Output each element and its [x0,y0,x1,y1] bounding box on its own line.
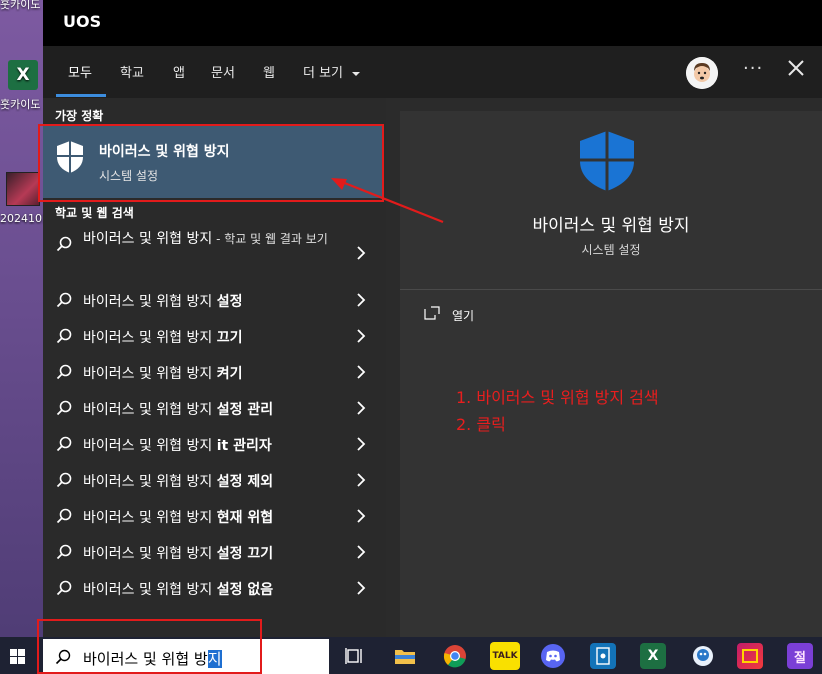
search-result-item[interactable]: 바이러스 및 위협 방지 설정 제외 [43,462,386,498]
desktop-icon-label: 훗카이도 [0,0,41,11]
search-result-item[interactable]: 바이러스 및 위협 방지 설정 끄기 [43,534,386,570]
search-icon [56,364,72,380]
search-icon [56,400,72,416]
desktop-icon-excel[interactable]: X 훗카이도 [0,60,44,112]
chrome-icon[interactable] [442,643,468,669]
detail-title: 바이러스 및 위협 방지 [532,216,690,236]
tab-all[interactable]: 모두 [68,62,92,81]
search-result-item[interactable]: 바이러스 및 위협 방지 it 관리자 [43,426,386,462]
annotation-step2: 2. 클릭 [456,415,506,434]
search-result-text: 바이러스 및 위협 방지 설정 없음 [83,582,274,598]
open-icon [424,306,440,320]
search-result-text: 바이러스 및 위협 방지 - 학교 및 웹 결과 보기 [83,231,328,247]
more-options-button[interactable]: ··· [743,58,763,79]
search-result-item[interactable]: 바이러스 및 위협 방지 끄기 [43,318,386,354]
chevron-right-icon [357,293,366,307]
tab-more[interactable]: 더 보기 [303,62,361,81]
divider [400,289,822,290]
search-result-text: 바이러스 및 위협 방지 켜기 [83,366,243,382]
chevron-right-icon [357,329,366,343]
chevron-down-icon [352,71,361,76]
window-title: UOS [63,12,102,31]
title-bar: UOS [43,0,822,46]
tab-apps[interactable]: 앱 [173,62,185,81]
search-icon [56,236,72,252]
search-result-item[interactable]: 바이러스 및 위협 방지 설정 관리 [43,390,386,426]
search-result-item[interactable]: 바이러스 및 위협 방지 현재 위협 [43,498,386,534]
search-result-text: 바이러스 및 위협 방지 설정 [83,294,243,310]
search-result-text: 바이러스 및 위협 방지 끄기 [83,330,243,346]
best-match-heading: 가장 정확 [55,109,104,123]
chevron-right-icon [357,437,366,451]
open-action[interactable]: 열기 [452,307,474,324]
search-icon [56,292,72,308]
close-icon[interactable] [786,58,806,78]
desktop-icon-label: 훗카이도 [0,98,41,111]
app-tile-icon[interactable] [590,643,616,669]
search-result-item[interactable]: 바이러스 및 위협 방지 - 학교 및 웹 결과 보기 [43,226,386,276]
chevron-right-icon [357,365,366,379]
avatar[interactable] [686,57,718,89]
search-icon [56,508,72,524]
excel-icon[interactable]: X [640,643,666,669]
tab-bar: 모두 학교 앱 문서 웹 더 보기 ··· [43,46,822,98]
shield-icon [580,131,634,191]
task-view-icon[interactable] [342,643,368,669]
active-tab-indicator [56,94,106,97]
chevron-right-icon [357,509,366,523]
search-result-item[interactable]: 바이러스 및 위협 방지 켜기 [43,354,386,390]
kakaotalk-icon[interactable]: TALK [490,642,520,670]
search-icon [56,544,72,560]
start-search-menu: UOS 모두 학교 앱 문서 웹 더 보기 ··· 가장 정확 바이러스 및 위… [43,0,822,637]
search-result-item[interactable]: 바이러스 및 위협 방지 설정 [43,282,386,318]
discord-icon[interactable] [540,643,566,669]
app-red-icon[interactable] [737,643,763,669]
desktop-icon-label: 20241018 [0,212,44,225]
search-result-text: 바이러스 및 위협 방지 설정 끄기 [83,546,274,562]
excel-icon: X [8,60,38,90]
search-result-text: 바이러스 및 위협 방지 현재 위협 [83,510,274,526]
search-icon [56,436,72,452]
chevron-right-icon [357,473,366,487]
tab-school[interactable]: 학교 [120,62,144,81]
annotation-step1: 1. 바이러스 및 위협 방지 검색 [456,388,659,407]
chevron-right-icon [357,246,366,260]
web-search-heading: 학교 및 웹 검색 [55,206,134,220]
search-result-text: 바이러스 및 위협 방지 it 관리자 [83,438,272,454]
windows-start-icon[interactable] [10,649,25,664]
search-result-item[interactable]: 바이러스 및 위협 방지 설정 없음 [43,570,386,606]
tab-more-label: 더 보기 [303,66,344,81]
file-explorer-icon[interactable] [392,643,418,669]
search-icon [56,472,72,488]
search-result-text: 바이러스 및 위협 방지 설정 관리 [83,402,274,418]
annotation-highlight-best-match [38,124,384,202]
desktop-label-top: 훗카이도 [0,0,44,12]
chevron-right-icon [357,401,366,415]
search-icon [56,580,72,596]
app-purple-icon[interactable]: 절 [787,643,813,669]
tab-web[interactable]: 웹 [263,62,275,81]
tab-documents[interactable]: 문서 [211,62,235,81]
detail-subtitle: 시스템 설정 [581,243,641,257]
search-result-text: 바이러스 및 위협 방지 설정 제외 [83,474,274,490]
annotation-highlight-search-box [37,619,262,674]
image-thumbnail-icon [6,172,40,206]
chevron-right-icon [357,581,366,595]
user-avatar-icon [686,57,718,89]
search-icon [56,328,72,344]
app-bot-icon[interactable] [690,643,716,669]
chevron-right-icon [357,545,366,559]
detail-pane: 바이러스 및 위협 방지 시스템 설정 열기 [400,111,822,637]
